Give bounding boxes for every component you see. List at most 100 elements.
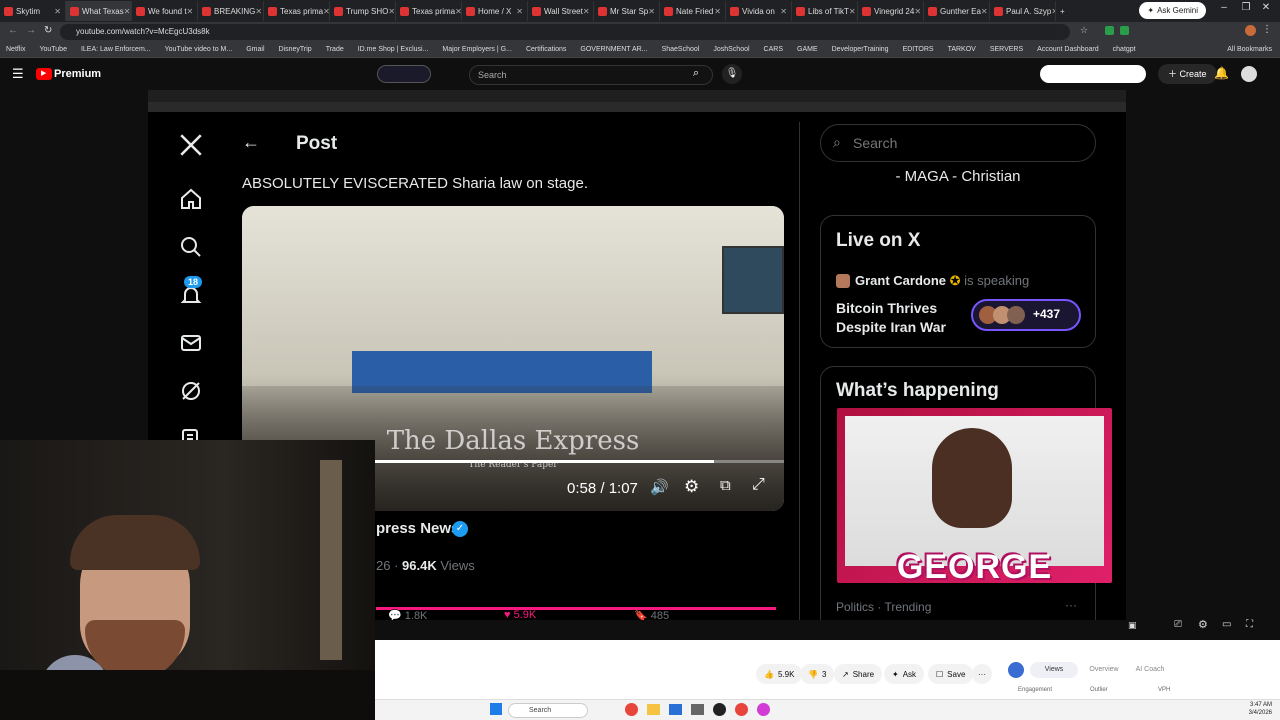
browser-tab[interactable]: Paul A. Szyp✕	[990, 1, 1056, 21]
replies-count[interactable]: 💬 1.8K	[388, 609, 427, 620]
volume-icon[interactable]: 🔊	[650, 478, 669, 496]
taskbar-app-icon[interactable]	[691, 704, 704, 715]
trending-thumbnail[interactable]: GEORGE	[837, 408, 1112, 583]
studio-extension-icon[interactable]	[1008, 662, 1024, 678]
studio-tab-overview[interactable]: Overview	[1084, 662, 1124, 678]
live-host-line[interactable]: Grant Cardone ✪ is speaking	[855, 273, 1029, 289]
browser-tab[interactable]: Nate Fried ✕	[660, 1, 726, 21]
browser-tab[interactable]: Vivida on ✕	[726, 1, 792, 21]
browser-tab[interactable]: Home / X ✕	[462, 1, 528, 21]
browser-tab[interactable]: Trump SHO ✕	[330, 1, 396, 21]
browser-tab[interactable]: We found t ✕	[132, 1, 198, 21]
browser-tab[interactable]: Texas prima ✕	[396, 1, 462, 21]
bookmark-item[interactable]: ILEA: Law Enforcem...	[81, 46, 151, 53]
bookmark-item[interactable]: Netflix	[6, 46, 25, 53]
browser-tab[interactable]: Skytim ✕	[0, 1, 66, 21]
taskbar-clock[interactable]: 3:47 AM 3/4/2026	[1249, 701, 1272, 717]
tab-close-icon[interactable]: ✕	[124, 7, 131, 16]
browser-tab[interactable]: BREAKING ✕	[198, 1, 264, 21]
close-icon[interactable]: ✕	[1256, 2, 1276, 13]
browser-tab[interactable]: Vinegrid 24 ✕	[858, 1, 924, 21]
fullscreen-icon[interactable]: ⤢	[752, 476, 765, 494]
bookmark-item[interactable]: SERVERS	[990, 46, 1023, 53]
taskbar-app-icon[interactable]	[735, 703, 748, 716]
taskbar-search[interactable]: Search	[508, 703, 588, 718]
autoplay-icon[interactable]: ▣	[1128, 620, 1137, 631]
bookmark-item[interactable]: DisneyTrip	[279, 46, 312, 53]
tab-close-icon[interactable]: ✕	[388, 7, 395, 16]
create-button[interactable]: ＋ Create	[1158, 64, 1217, 84]
like-button[interactable]: 👍 5.9K	[756, 664, 803, 684]
bookmark-item[interactable]: CARS	[764, 46, 783, 53]
save-button[interactable]: ☐ Save	[928, 664, 974, 684]
explore-search-icon[interactable]	[172, 228, 210, 266]
grok-icon[interactable]	[172, 372, 210, 410]
bookmark-item[interactable]: YouTube	[39, 46, 67, 53]
bookmark-item[interactable]: GOVERNMENT AR...	[580, 46, 647, 53]
bookmark-item[interactable]: All Bookmarks	[1227, 46, 1272, 53]
bookmarks-count[interactable]: 🔖 485	[634, 609, 669, 620]
player-fullscreen-icon[interactable]: ⛶	[1246, 619, 1253, 630]
extension-pill[interactable]	[377, 65, 431, 83]
extension-icon[interactable]	[1105, 26, 1114, 35]
studio-tab-ai-coach[interactable]: AI Coach	[1130, 662, 1170, 678]
forward-icon[interactable]: →	[26, 25, 36, 36]
browser-tab[interactable]: Mr Star Sp ✕	[594, 1, 660, 21]
tab-close-icon[interactable]: ✕	[255, 7, 262, 16]
tab-close-icon[interactable]: ✕	[714, 7, 721, 16]
minimize-icon[interactable]: –	[1214, 2, 1234, 13]
restore-icon[interactable]: ❐	[1236, 2, 1256, 13]
settings-gear-icon[interactable]: ⚙	[684, 477, 699, 497]
chrome-taskbar-icon[interactable]	[625, 703, 638, 716]
tab-close-icon[interactable]: ✕	[981, 7, 988, 16]
browser-tab[interactable]: Libs of TikT ✕	[792, 1, 858, 21]
likes-count[interactable]: ♥ 5.9K	[504, 609, 536, 620]
tab-close-icon[interactable]: ✕	[648, 7, 655, 16]
microphone-icon[interactable]: 🎙	[722, 64, 742, 84]
more-options-icon[interactable]: ···	[1065, 598, 1077, 612]
youtube-search-input[interactable]: Search	[469, 65, 713, 85]
tab-close-icon[interactable]: ✕	[323, 7, 329, 16]
live-listeners-pill[interactable]: +437	[971, 299, 1081, 331]
bookmark-item[interactable]: JoshSchool	[713, 46, 749, 53]
bookmark-star-icon[interactable]: ☆	[1080, 25, 1088, 36]
tab-close-icon[interactable]: ✕	[780, 7, 787, 16]
more-actions-button[interactable]: ···	[972, 664, 992, 684]
tab-close-icon[interactable]: ✕	[914, 7, 921, 16]
account-avatar[interactable]	[1241, 66, 1257, 82]
tab-close-icon[interactable]: ✕	[516, 7, 523, 16]
kebab-menu-icon[interactable]: ⋮	[1262, 24, 1272, 35]
bookmark-item[interactable]: TARKOV	[948, 46, 976, 53]
hamburger-menu-icon[interactable]: ☰	[12, 66, 24, 82]
reload-icon[interactable]: ↻	[44, 25, 52, 36]
ask-gemini-button[interactable]: ✦ Ask Gemini	[1139, 2, 1206, 19]
youtube-premium-logo[interactable]: Premium	[54, 68, 101, 80]
profile-avatar[interactable]	[1245, 25, 1256, 36]
ask-button[interactable]: ✦ Ask	[884, 664, 925, 684]
search-icon[interactable]: ⌕	[693, 67, 699, 80]
studio-tab-views[interactable]: Views	[1030, 662, 1078, 678]
taskbar-app-icon[interactable]	[713, 703, 726, 716]
file-explorer-icon[interactable]	[647, 704, 660, 715]
bookmark-item[interactable]: Trade	[326, 46, 344, 53]
tab-close-icon[interactable]: ✕	[455, 7, 461, 16]
omnibox[interactable]: youtube.com/watch?v=McEgcU3ds8k	[60, 24, 1070, 40]
bookmark-item[interactable]: EDITORS	[903, 46, 934, 53]
extension-icon[interactable]	[1120, 26, 1129, 35]
picture-in-picture-icon[interactable]: ⧉	[720, 477, 731, 494]
captions-icon[interactable]: ⎚	[1174, 619, 1182, 630]
extension-counter-pill[interactable]	[1040, 65, 1146, 83]
browser-tab[interactable]: What Texas ✕	[66, 1, 132, 21]
taskbar-app-icon[interactable]	[757, 703, 770, 716]
back-arrow-icon[interactable]: ←	[242, 132, 260, 153]
bookmark-item[interactable]: Certifications	[526, 46, 566, 53]
x-logo-icon[interactable]	[172, 126, 210, 164]
bookmark-item[interactable]: ID.me Shop | Exclusi...	[358, 46, 429, 53]
bookmark-item[interactable]: GAME	[797, 46, 818, 53]
live-topic[interactable]: Bitcoin Thrives Despite Iran War	[836, 299, 946, 337]
browser-tab[interactable]: Gunther Ea ✕	[924, 1, 990, 21]
browser-tab[interactable]: Texas prima ✕	[264, 1, 330, 21]
new-tab-icon[interactable]: +	[1056, 1, 1076, 21]
back-icon[interactable]: ←	[8, 25, 18, 36]
bookmark-item[interactable]: Gmail	[246, 46, 264, 53]
